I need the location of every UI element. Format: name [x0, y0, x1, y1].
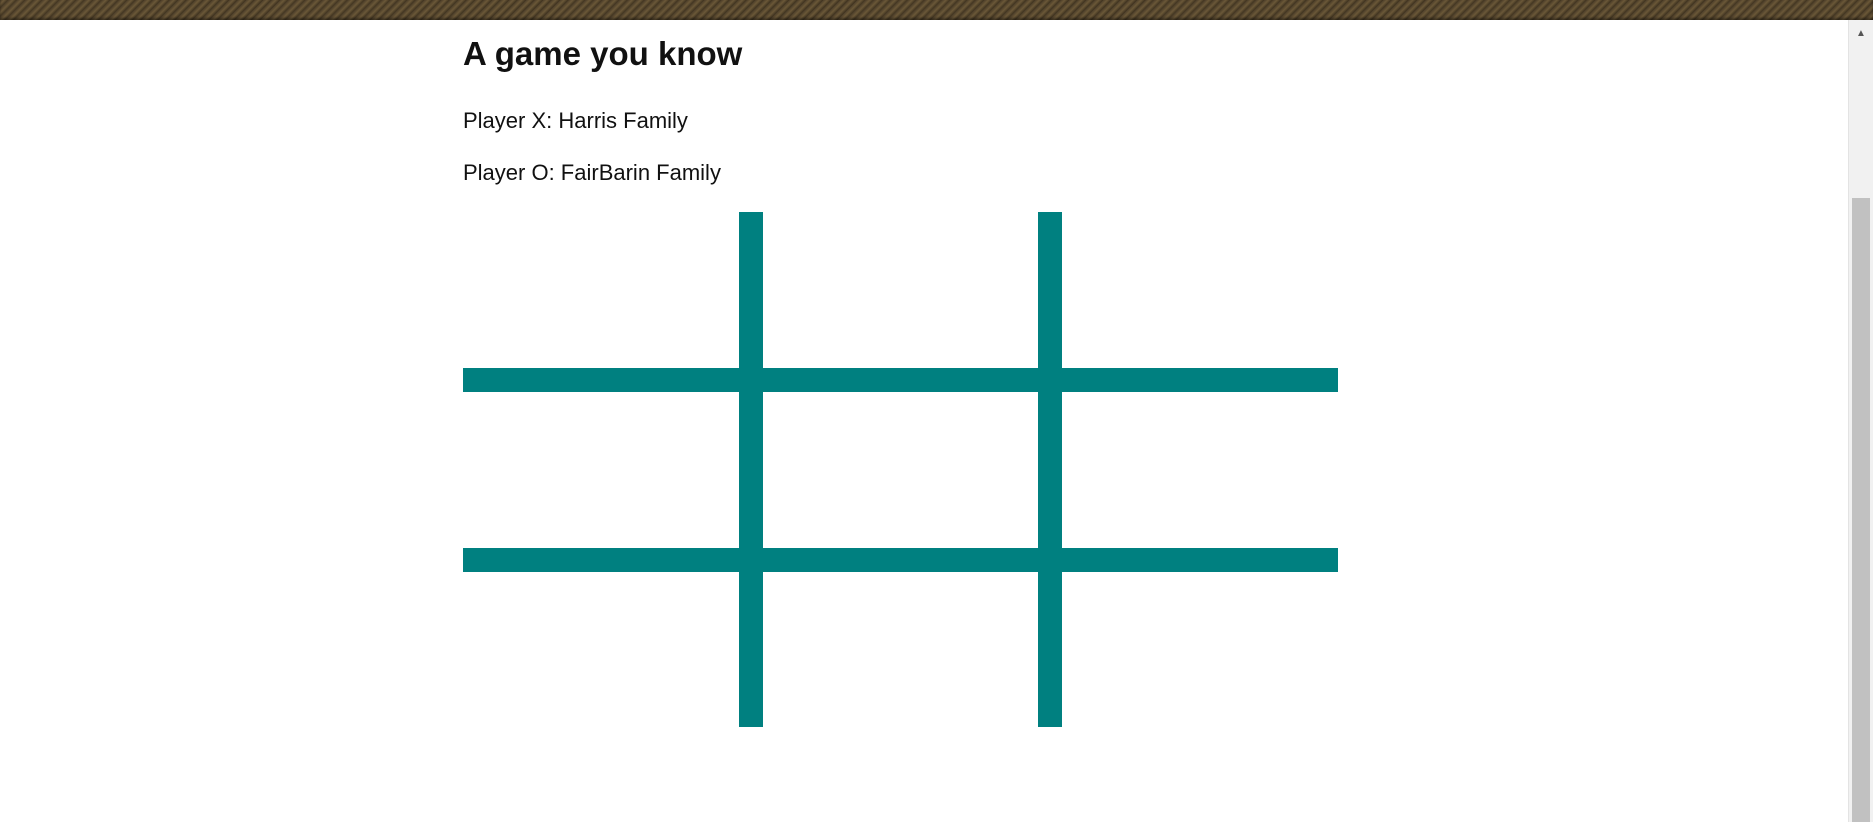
board-cell-4[interactable] [463, 392, 739, 548]
board-cell-5[interactable] [763, 392, 1038, 548]
player-x-label: Player X: Harris Family [463, 108, 688, 133]
grid-line-horizontal-1 [463, 368, 1338, 392]
page-title: A game you know [463, 35, 743, 72]
player-o-label: Player O: FairBarin Family [463, 160, 721, 185]
window-top-border [0, 0, 1873, 20]
tic-tac-toe-board [463, 212, 1338, 727]
scrollbar-thumb[interactable] [1852, 198, 1870, 822]
grid-line-horizontal-2 [463, 548, 1338, 572]
board-cell-1[interactable] [463, 212, 739, 368]
vertical-scrollbar[interactable]: ▲ [1848, 20, 1873, 822]
grid-line-vertical-1 [739, 212, 763, 727]
board-cell-7[interactable] [463, 572, 739, 727]
page-content: A game you know Player X: Harris Family … [0, 20, 1849, 822]
board-cell-2[interactable] [763, 212, 1038, 368]
grid-line-vertical-2 [1038, 212, 1062, 727]
board-cell-3[interactable] [1062, 212, 1338, 368]
board-cell-6[interactable] [1062, 392, 1338, 548]
board-cell-8[interactable] [763, 572, 1038, 727]
board-cell-9[interactable] [1062, 572, 1338, 727]
scroll-up-arrow-icon[interactable]: ▲ [1849, 20, 1873, 46]
